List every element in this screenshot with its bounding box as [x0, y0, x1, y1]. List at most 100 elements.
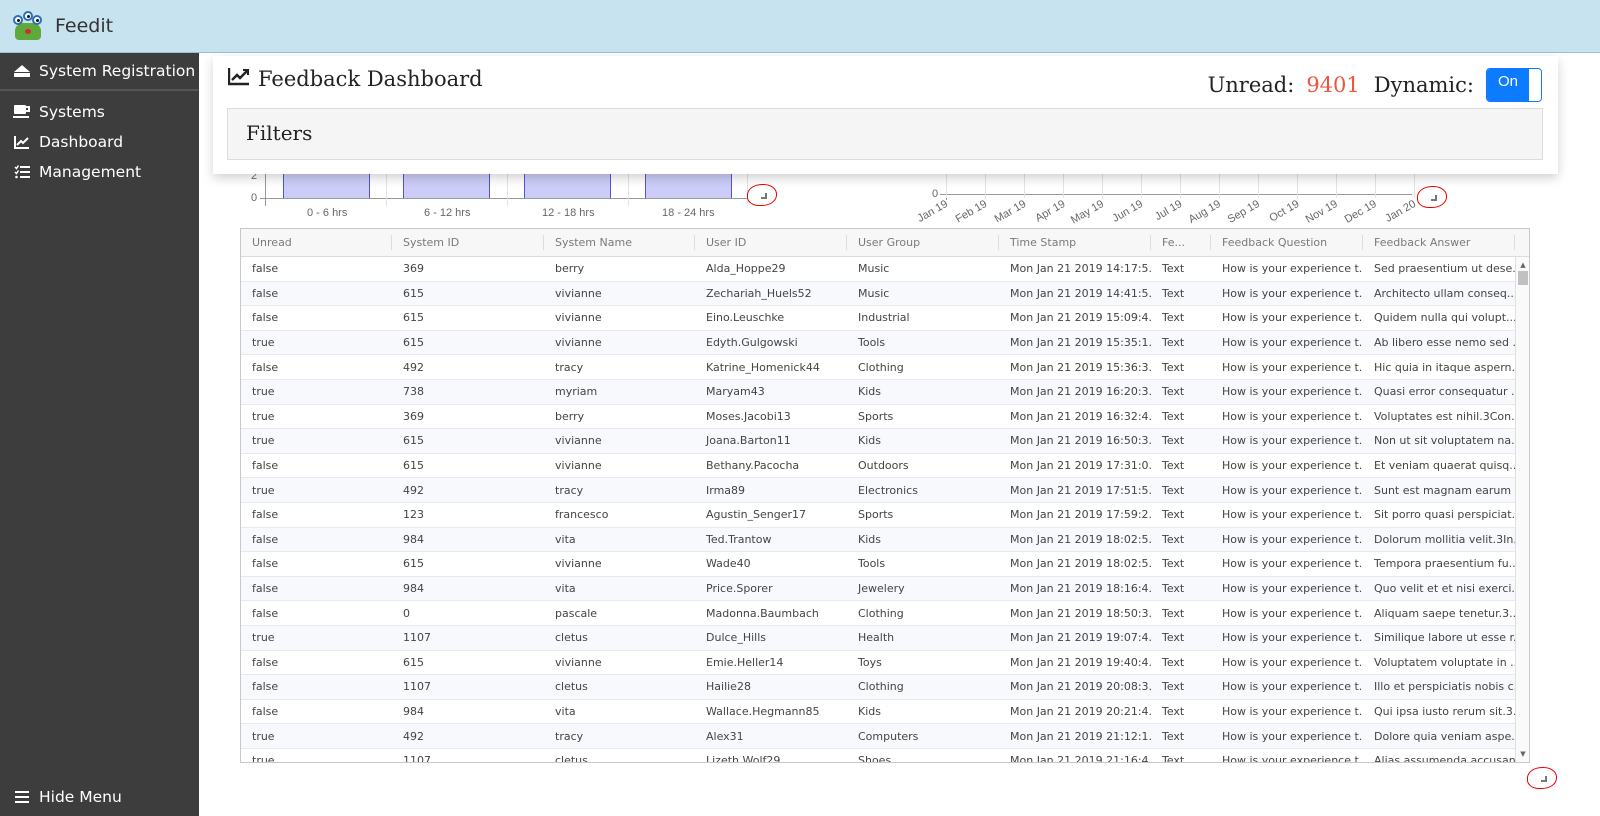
column-header-system-name[interactable]: System Name	[544, 229, 695, 256]
cell-user-id: Lizeth.Wolf29	[706, 754, 781, 763]
cell-user-id: Maryam43	[706, 385, 765, 399]
table-row[interactable]: false 984 vita Wallace.Hegmann85 Kids Mon Jan…	[241, 700, 1529, 725]
cell-user-id: Alda_Hoppe29	[706, 262, 786, 276]
cell-user-group: Shoes	[858, 754, 892, 763]
table-row[interactable]: true 1107 cletus Dulce_Hills Health Mon Jan 2…	[241, 625, 1529, 651]
cell-user-group: Computers	[858, 729, 919, 743]
table-row[interactable]: false 984 vita Price.Sporer Jewelery Mon Jan …	[241, 576, 1529, 602]
table-row[interactable]: false 492 tracy Katrine_Homenick44 Clothing M…	[241, 355, 1529, 380]
cell-unread: false	[252, 262, 279, 276]
resize-handle-icon[interactable]	[1417, 186, 1447, 208]
sidebar-item-management[interactable]: Management	[0, 157, 199, 187]
table-row[interactable]: true 1107 cletus Lizeth.Wolf29 Shoes Mon Jan …	[241, 749, 1529, 763]
dashboard-title: Feedback Dashboard	[258, 67, 483, 91]
table-row[interactable]: true 738 myriam Maryam43 Kids Mon Jan 21 2019…	[241, 379, 1529, 405]
scroll-thumb[interactable]	[1518, 271, 1528, 285]
cell-time-stamp: Mon Jan 21 2019 21:16:4...	[1010, 754, 1151, 763]
cell-system-id: 1107	[403, 680, 431, 694]
cell-user-id: Wade40	[706, 557, 751, 571]
table-row[interactable]: true 615 vivianne Joana.Barton11 Kids Mon Jan…	[241, 429, 1529, 454]
cell-user-id: Joana.Barton11	[706, 434, 791, 448]
unread-label: Unread:	[1207, 73, 1295, 97]
cell-unread: false	[252, 582, 279, 596]
cell-feedback-type: Text	[1162, 336, 1185, 350]
cell-feedback-question: How is your experience t...	[1222, 557, 1363, 571]
column-header-feedback-question[interactable]: Feedback Question	[1211, 229, 1363, 256]
table-row[interactable]: false 0 pascale Madonna.Baumbach Clothing Mon…	[241, 601, 1529, 626]
table-row[interactable]: false 615 vivianne Bethany.Pacocha Outdoors M…	[241, 454, 1529, 479]
cup-icon	[13, 105, 31, 119]
cell-feedback-question: How is your experience t...	[1222, 434, 1363, 448]
table-row[interactable]: true 615 vivianne Edyth.Gulgowski Tools Mon J…	[241, 330, 1529, 356]
cell-user-id: Alex31	[706, 729, 744, 743]
cell-time-stamp: Mon Jan 21 2019 18:02:5...	[1010, 532, 1151, 546]
cell-system-name: vivianne	[555, 434, 602, 448]
column-header-time-stamp[interactable]: Time Stamp	[999, 229, 1151, 256]
sidebar-item-label: Systems	[39, 103, 105, 121]
cell-feedback-type: Text	[1162, 311, 1185, 325]
sidebar: System Registration Systems Dashboard Ma…	[0, 53, 199, 816]
cell-feedback-answer: Dolore quia veniam aspe...	[1374, 729, 1515, 743]
cell-system-id: 492	[403, 483, 424, 497]
cell-feedback-answer: Et veniam quaerat quisq...	[1374, 459, 1515, 473]
scroll-down-arrow-icon[interactable]: ▼	[1516, 748, 1529, 760]
cell-feedback-answer: Architecto ullam conseq...	[1374, 286, 1515, 300]
resize-handle-icon[interactable]	[747, 184, 777, 206]
sidebar-item-system-registration[interactable]: System Registration	[0, 53, 199, 91]
column-header-unread[interactable]: Unread	[241, 229, 392, 256]
cell-feedback-question: How is your experience t...	[1222, 754, 1363, 763]
table-row[interactable]: false 1107 cletus Hailie28 Clothing Mon Jan 2…	[241, 675, 1529, 700]
column-header-system-id[interactable]: System ID	[392, 229, 544, 256]
scroll-up-arrow-icon[interactable]: ▲	[1516, 259, 1529, 271]
column-header-user-group[interactable]: User Group	[847, 229, 999, 256]
cell-feedback-type: Text	[1162, 754, 1185, 763]
cell-unread: true	[252, 729, 275, 743]
cell-user-id: Eino.Leuschke	[706, 311, 785, 325]
cell-system-name: vivianne	[555, 655, 602, 669]
column-header-user-id[interactable]: User ID	[695, 229, 847, 256]
table-scrollbar[interactable]: ▲ ▼	[1515, 257, 1529, 762]
cell-user-id: Dulce_Hills	[706, 631, 766, 645]
cell-feedback-type: Text	[1162, 532, 1185, 546]
cell-system-id: 492	[403, 729, 424, 743]
cell-user-group: Sports	[858, 508, 894, 522]
table-row[interactable]: false 615 vivianne Zechariah_Huels52 Music Mo…	[241, 281, 1529, 307]
cell-system-name: berry	[555, 262, 585, 276]
cell-time-stamp: Mon Jan 21 2019 18:02:5...	[1010, 557, 1151, 571]
x-tick-label: Dec 19	[1342, 198, 1379, 226]
dynamic-toggle[interactable]: On	[1485, 68, 1542, 102]
table-row[interactable]: false 615 vivianne Emie.Heller14 Toys Mon Jan…	[241, 651, 1529, 676]
cell-system-id: 615	[403, 434, 424, 448]
sidebar-item-systems[interactable]: Systems	[0, 97, 199, 127]
cell-user-id: Bethany.Pacocha	[706, 459, 800, 473]
table-row[interactable]: false 984 vita Ted.Trantow Kids Mon Jan 21 20…	[241, 527, 1529, 553]
table-row[interactable]: false 123 francesco Agustin_Senger17 Sports M…	[241, 503, 1529, 528]
frog-monster-logo-icon[interactable]	[13, 11, 43, 41]
column-header-feedback-type[interactable]: Fe...	[1151, 229, 1211, 256]
column-header-feedback-answer[interactable]: Feedback Answer	[1363, 229, 1515, 256]
table-row[interactable]: true 492 tracy Alex31 Computers Mon Jan 21 20…	[241, 724, 1529, 749]
table-row[interactable]: false 615 vivianne Eino.Leuschke Industrial M…	[241, 306, 1529, 331]
cell-user-group: Kids	[858, 532, 881, 546]
cell-feedback-answer: Quasi error consequatur ...	[1374, 385, 1515, 399]
filters-label: Filters	[246, 121, 313, 145]
table-row[interactable]: true 369 berry Moses.Jacobi13 Sports Mon Jan …	[241, 405, 1529, 430]
y-tick-label: 0	[932, 188, 939, 200]
cell-system-name: vivianne	[555, 311, 602, 325]
cell-system-name: vivianne	[555, 557, 602, 571]
table-row[interactable]: true 492 tracy Irma89 Electronics Mon Jan 21 …	[241, 478, 1529, 503]
cell-feedback-question: How is your experience t...	[1222, 409, 1363, 423]
table-row[interactable]: false 615 vivianne Wade40 Tools Mon Jan 21 20…	[241, 552, 1529, 577]
filters-panel[interactable]: Filters	[227, 108, 1543, 160]
sidebar-item-dashboard[interactable]: Dashboard	[0, 127, 199, 157]
cell-feedback-answer: Dolorum mollitia velit.3In...	[1374, 532, 1515, 546]
cell-feedback-type: Text	[1162, 655, 1185, 669]
x-tick-label: 18 - 24 hrs	[662, 207, 715, 219]
cell-user-group: Electronics	[858, 483, 918, 497]
cell-user-group: Music	[858, 262, 890, 276]
cell-feedback-answer: Non ut sit voluptatem na...	[1374, 434, 1515, 448]
table-row[interactable]: false 369 berry Alda_Hoppe29 Music Mon Jan 21…	[241, 257, 1529, 282]
app-title[interactable]: Feedit	[55, 15, 113, 37]
resize-handle-icon[interactable]	[1527, 767, 1557, 789]
hide-menu-button[interactable]: Hide Menu	[0, 782, 122, 812]
